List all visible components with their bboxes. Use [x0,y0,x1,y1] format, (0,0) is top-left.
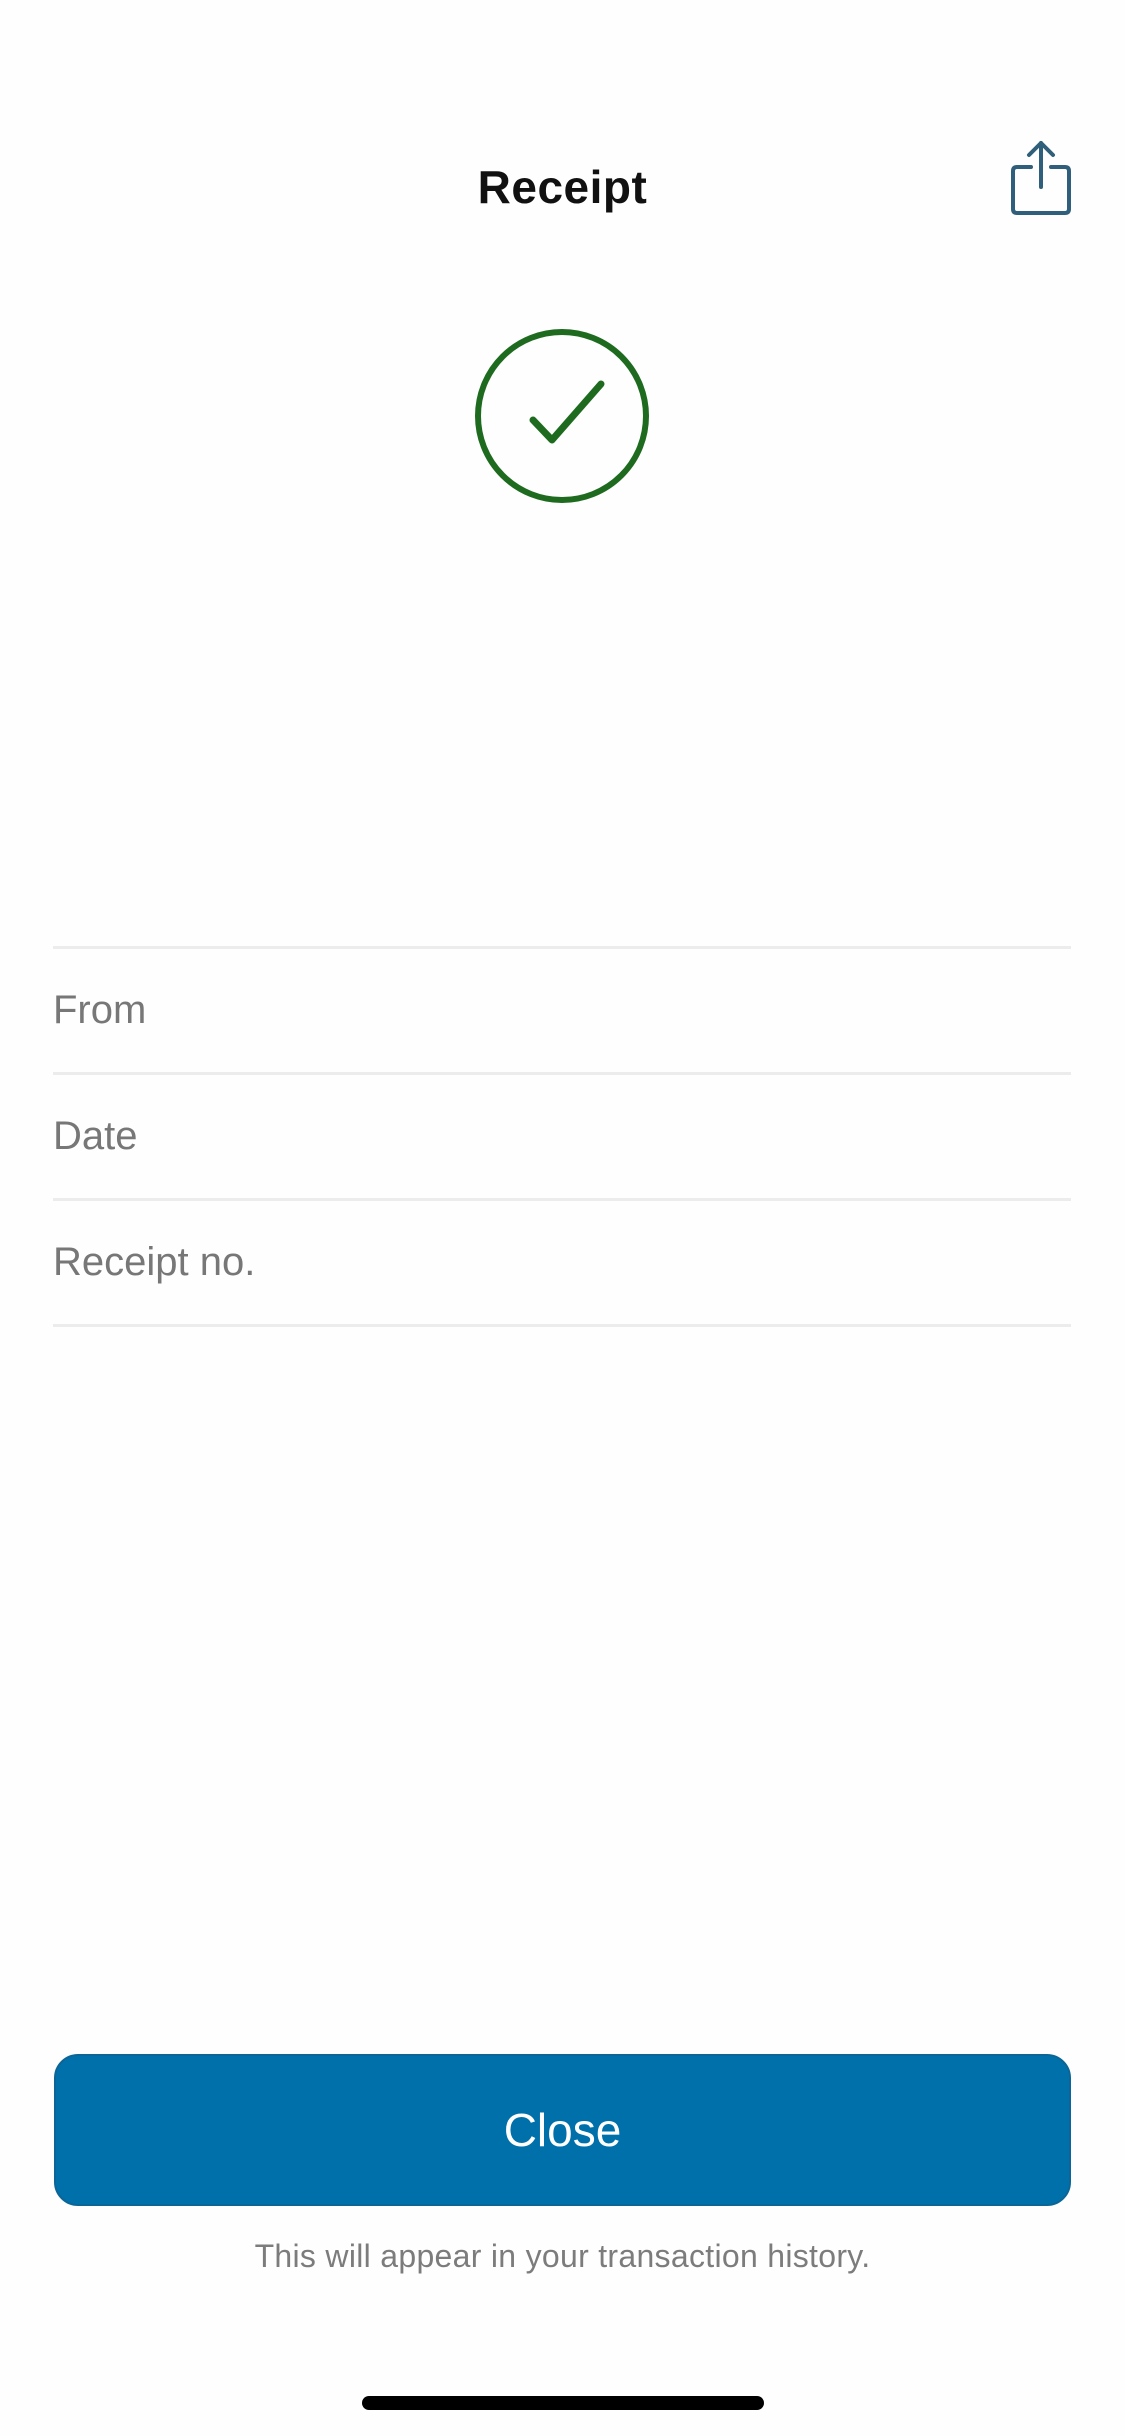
detail-label-date: Date [53,1114,138,1158]
detail-row-date: Date [53,1075,1071,1201]
page-title: Receipt [477,161,648,213]
detail-label-receipt-no: Receipt no. [53,1240,256,1284]
close-button[interactable]: Close [54,2054,1071,2206]
detail-label-from: From [53,988,147,1032]
checkmark-circle-icon [474,328,650,504]
receipt-details: From Date Receipt no. [53,946,1071,1327]
detail-row-receipt-no: Receipt no. [53,1201,1071,1327]
home-indicator[interactable] [362,2396,764,2410]
share-icon [1011,141,1071,215]
share-button[interactable] [993,130,1089,226]
header-bar: Receipt [0,120,1125,240]
transaction-history-note: This will appear in your transaction his… [254,2238,871,2274]
detail-row-from: From [53,949,1071,1075]
